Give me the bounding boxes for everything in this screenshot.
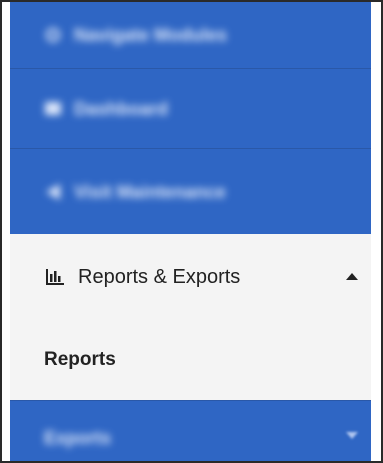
sidebar-item-label: Reports & Exports <box>78 265 241 288</box>
sidebar-item-visit-maintenance[interactable]: Visit Maintenance <box>10 148 371 234</box>
submenu-item-reports[interactable]: Reports <box>10 320 371 400</box>
sidebar-item-label: Exports <box>44 428 112 448</box>
sidebar-screenshot-frame: Navigate Modules Dashboard Visit Mainten… <box>0 0 383 463</box>
sidebar-item-label: Navigate Modules <box>74 25 228 45</box>
dashboard-icon <box>44 100 62 118</box>
sidebar-item-dashboard[interactable]: Dashboard <box>10 68 371 148</box>
sidebar-item-exports[interactable]: Exports <box>10 400 371 461</box>
submenu-item-label: Reports <box>44 349 116 370</box>
chevron-down-icon[interactable] <box>346 432 358 439</box>
bar-chart-icon <box>44 267 66 287</box>
sidebar-item-reports-exports[interactable]: Reports & Exports <box>10 234 371 320</box>
chevron-up-icon[interactable] <box>346 273 358 280</box>
megaphone-icon <box>44 183 62 201</box>
sidebar-item-label: Dashboard <box>74 98 169 119</box>
sidebar-item-navigate-modules[interactable]: Navigate Modules <box>10 2 371 68</box>
sidebar-navigation: Navigate Modules Dashboard Visit Mainten… <box>10 2 371 461</box>
sidebar-item-label: Visit Maintenance <box>74 181 226 202</box>
search-icon <box>44 26 62 44</box>
